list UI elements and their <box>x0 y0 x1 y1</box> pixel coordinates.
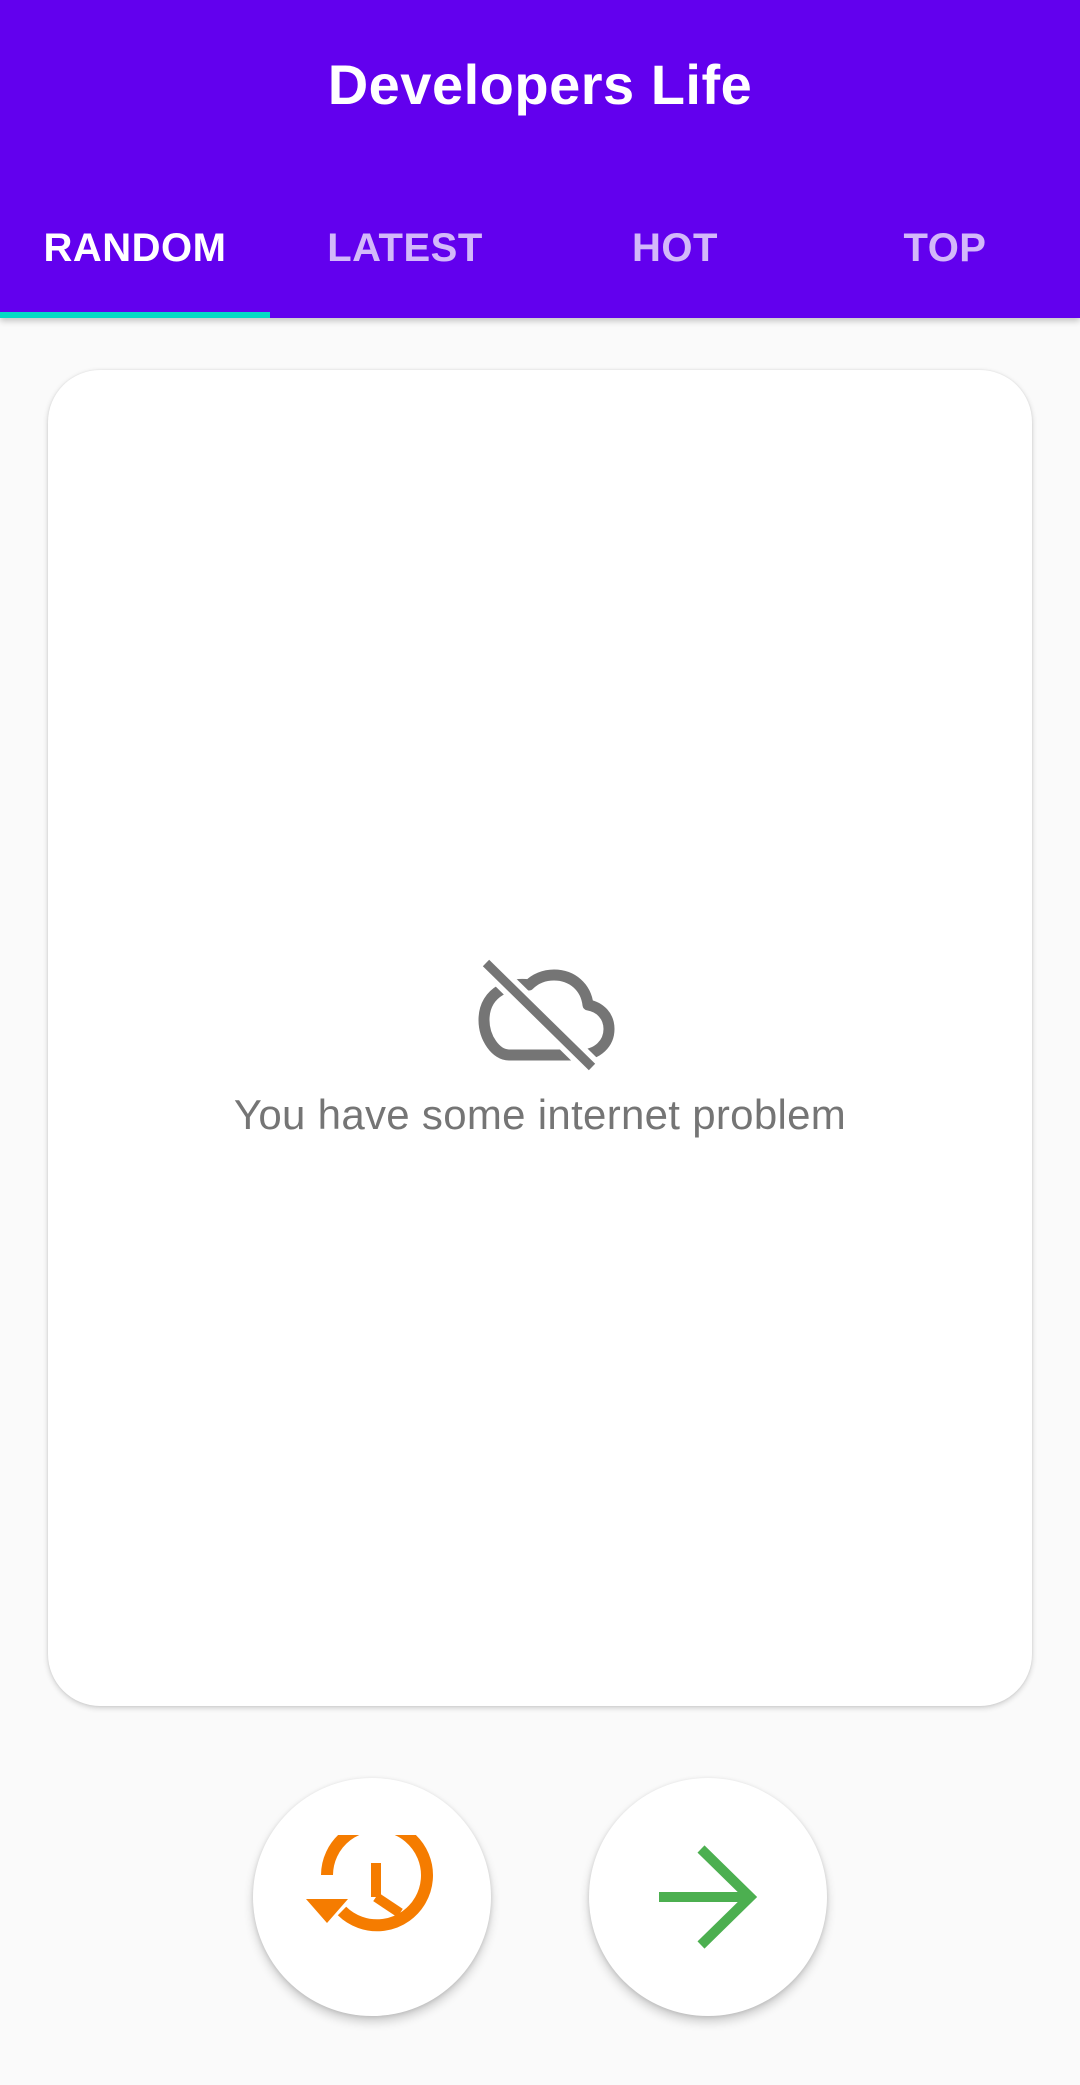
history-button[interactable] <box>253 1778 491 2016</box>
arrow-forward-icon <box>659 1845 758 1949</box>
error-message: You have some internet problem <box>233 1091 847 1138</box>
history-icon <box>306 1835 433 1932</box>
next-button[interactable] <box>589 1778 827 2016</box>
tab-label: HOT <box>632 226 718 270</box>
tab-label: TOP <box>903 226 987 270</box>
error-state: You have some internet problem <box>48 955 1032 1139</box>
tab-label: RANDOM <box>43 226 227 270</box>
app-bar: Developers Life RANDOM LATEST HOT TOP <box>0 0 1080 318</box>
tab-latest[interactable]: LATEST <box>270 190 540 318</box>
tab-bar: RANDOM LATEST HOT TOP <box>0 190 1080 318</box>
tab-random[interactable]: RANDOM <box>0 190 270 318</box>
tab-indicator <box>0 312 270 318</box>
app-title: Developers Life <box>327 53 753 116</box>
content-card: You have some internet problem <box>48 370 1032 1706</box>
tab-top[interactable]: TOP <box>810 190 1080 318</box>
tab-label: LATEST <box>327 226 483 270</box>
cloud-off-icon <box>478 955 615 1075</box>
tab-hot[interactable]: HOT <box>540 190 810 318</box>
